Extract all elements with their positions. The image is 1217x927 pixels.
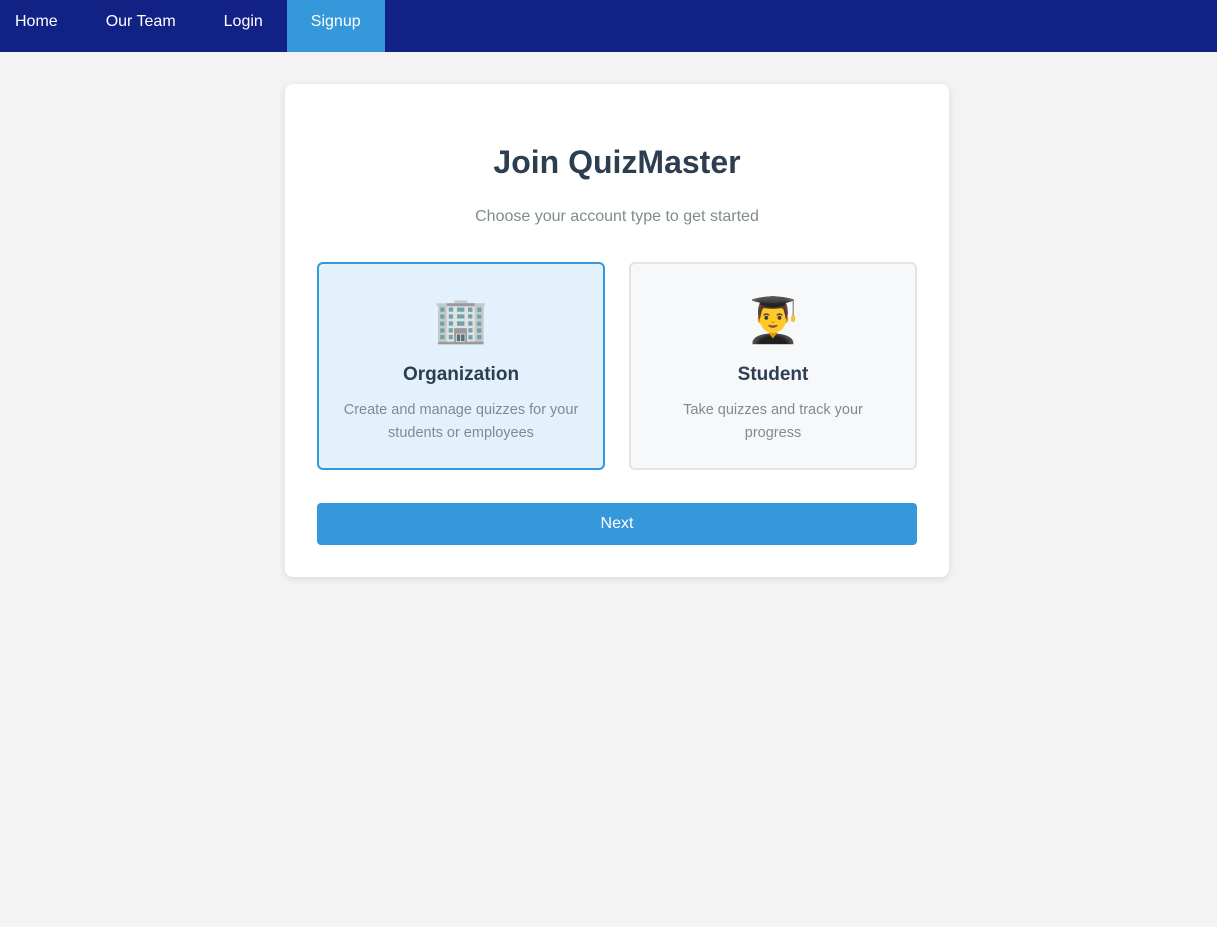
student-description: Take quizzes and track your progress bbox=[683, 402, 863, 441]
signup-card: Join QuizMaster Choose your account type… bbox=[285, 84, 949, 577]
organization-description: Create and manage quizzes for your stude… bbox=[343, 402, 579, 441]
nav-our-team[interactable]: Our Team bbox=[82, 0, 200, 52]
student-title: Student bbox=[737, 364, 809, 385]
page-subtitle: Choose your account type to get started bbox=[475, 208, 759, 225]
nav-login[interactable]: Login bbox=[200, 0, 287, 52]
next-button[interactable]: Next bbox=[317, 503, 917, 545]
organization-title: Organization bbox=[402, 364, 520, 385]
student-graduate-icon: 👨‍🎓 bbox=[745, 296, 801, 345]
top-navbar: Home Our Team Login Signup bbox=[0, 0, 1217, 52]
account-type-organization[interactable]: 🏢 Organization Create and manage quizzes… bbox=[317, 262, 605, 470]
account-type-student[interactable]: 👨‍🎓 Student Take quizzes and track your … bbox=[629, 262, 917, 470]
nav-signup[interactable]: Signup bbox=[286, 0, 385, 52]
office-building-icon: 🏢 bbox=[433, 296, 489, 345]
nav-home[interactable]: Home bbox=[0, 0, 82, 52]
page-title: Join QuizMaster bbox=[493, 144, 741, 180]
